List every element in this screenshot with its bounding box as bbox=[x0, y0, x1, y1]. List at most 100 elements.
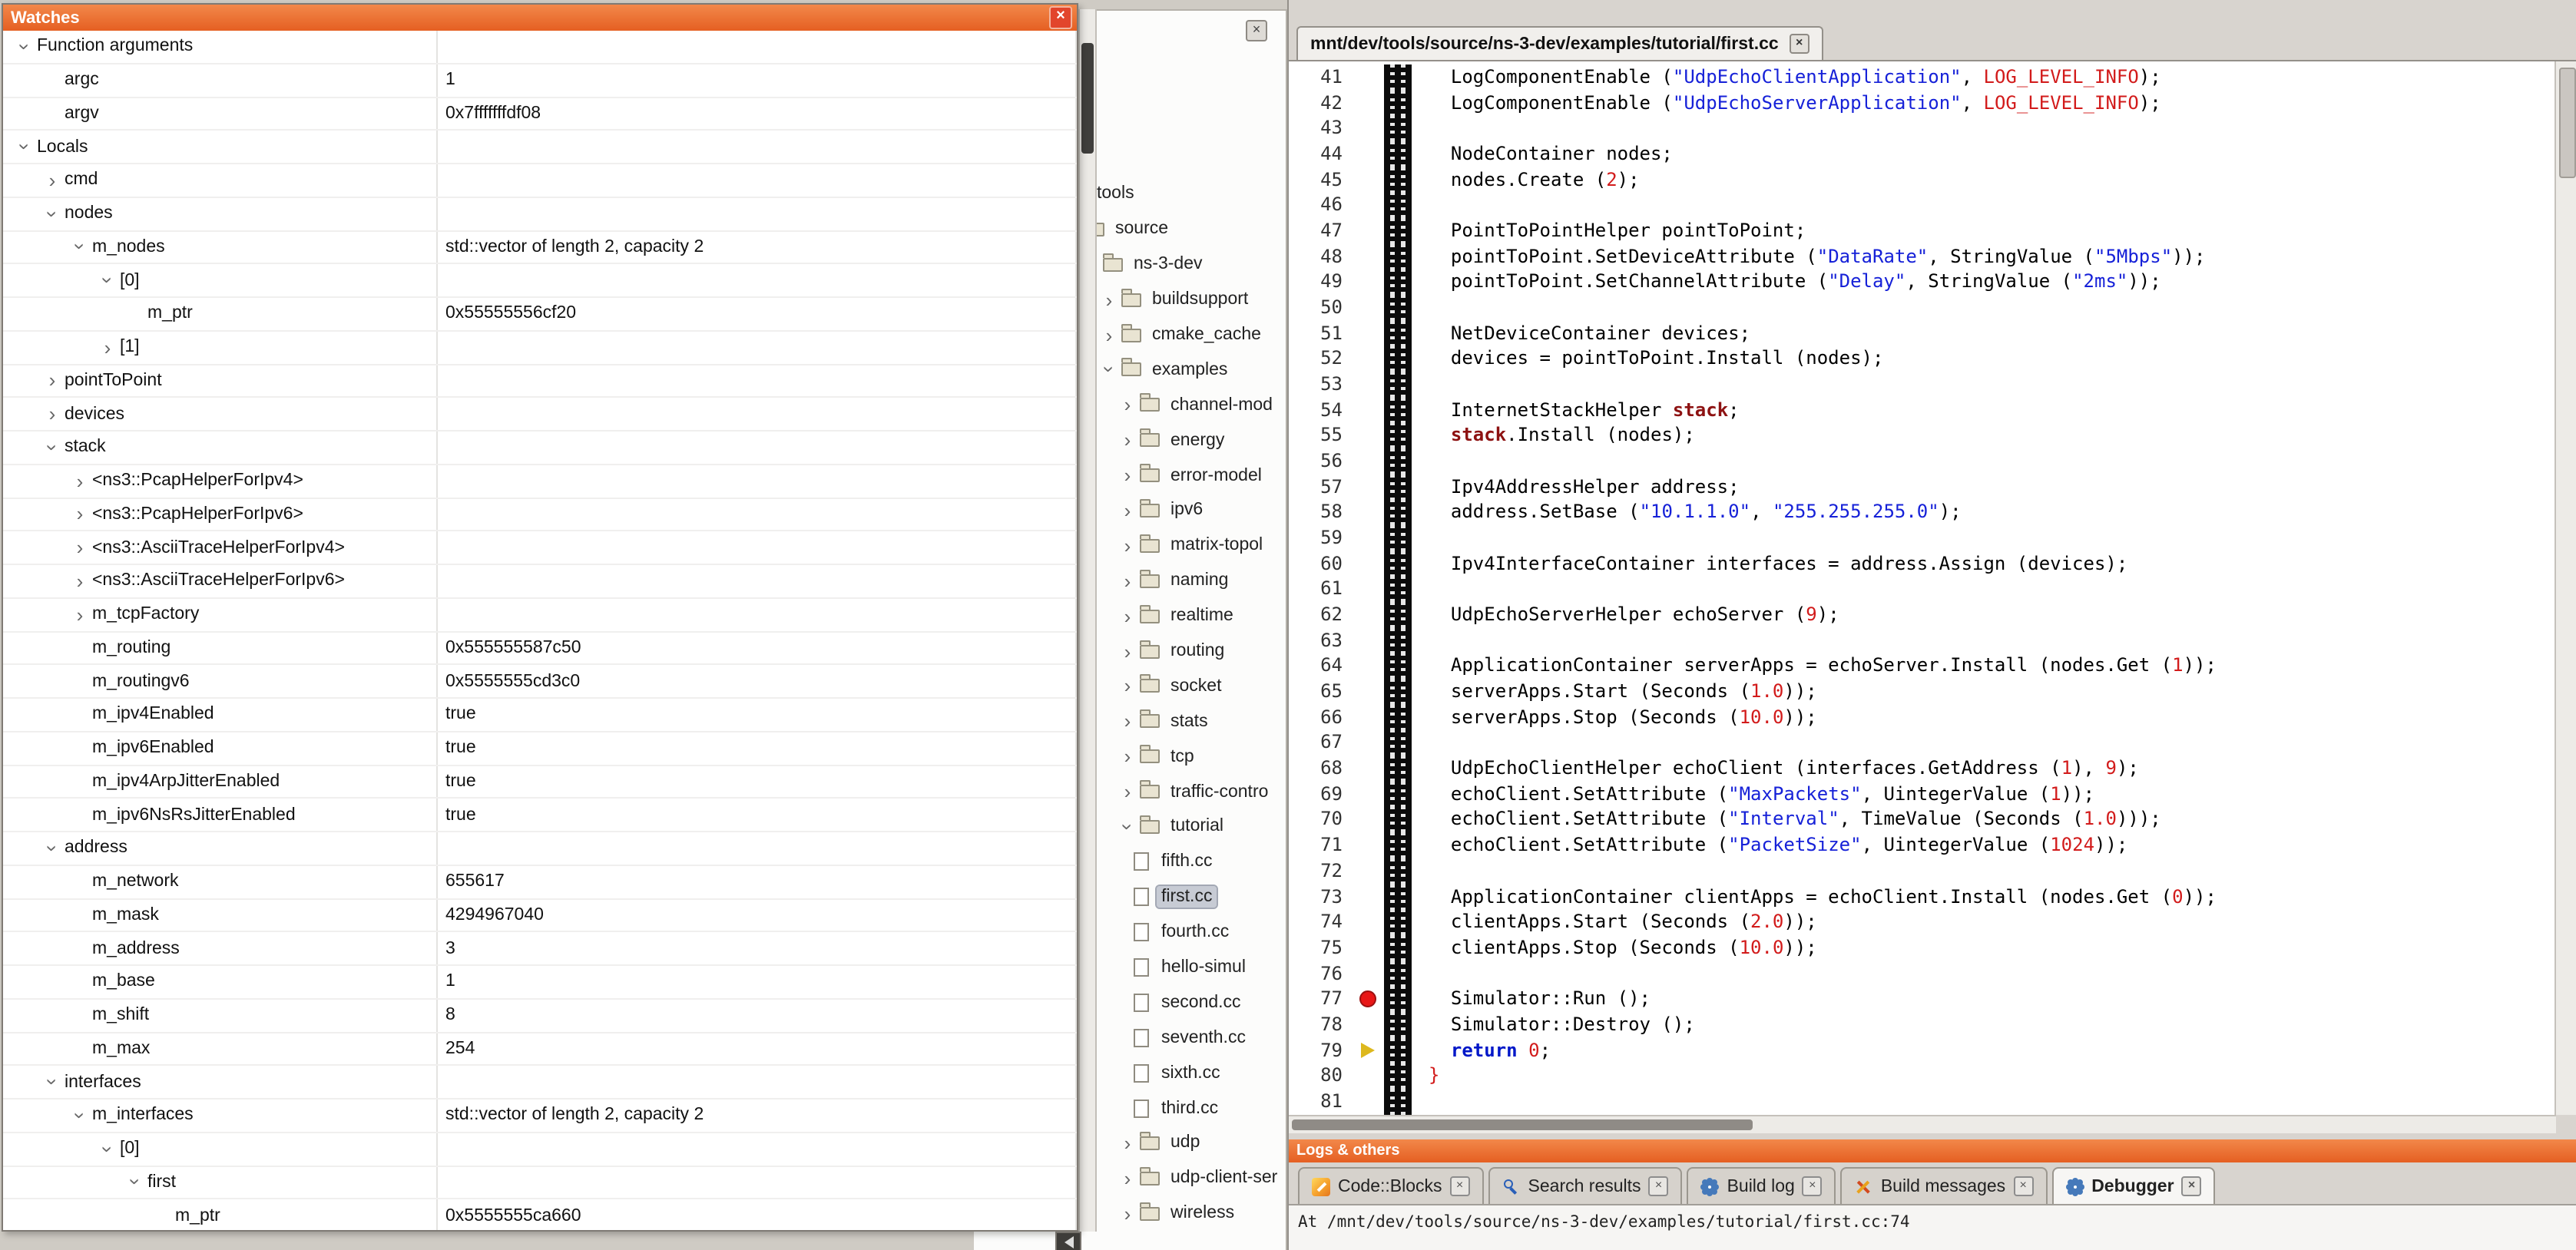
code-line[interactable]: 79 return 0; bbox=[1289, 1037, 2556, 1063]
chevron-down-icon[interactable] bbox=[68, 1106, 92, 1126]
watch-row-interfaces[interactable]: interfaces bbox=[3, 1066, 1077, 1100]
marker-cell[interactable] bbox=[1353, 986, 1384, 1011]
code-line[interactable]: 47 PointToPointHelper pointToPoint; bbox=[1289, 218, 2556, 243]
marker-cell[interactable] bbox=[1353, 909, 1384, 934]
code-line[interactable]: 70 echoClient.SetAttribute ("Interval", … bbox=[1289, 807, 2556, 832]
marker-cell[interactable] bbox=[1353, 193, 1384, 218]
chevron-down-icon[interactable] bbox=[40, 1072, 65, 1092]
watch-row-0[interactable]: [0] bbox=[3, 1133, 1077, 1167]
chevron-right-icon[interactable] bbox=[1115, 1204, 1140, 1224]
code-line[interactable]: 56 bbox=[1289, 448, 2556, 474]
chevron-right-icon[interactable] bbox=[1115, 782, 1140, 802]
watch-row-stack[interactable]: stack bbox=[3, 432, 1077, 465]
code-line[interactable]: 50 bbox=[1289, 295, 2556, 320]
code-line[interactable]: 45 nodes.Create (2); bbox=[1289, 167, 2556, 192]
chevron-down-icon[interactable] bbox=[40, 203, 65, 223]
chevron-right-icon[interactable] bbox=[68, 471, 92, 491]
marker-cell[interactable] bbox=[1353, 1037, 1384, 1063]
watch-row-1[interactable]: [1] bbox=[3, 332, 1077, 365]
close-icon[interactable]: × bbox=[1803, 1176, 1823, 1196]
breakpoint-icon[interactable] bbox=[1359, 990, 1376, 1007]
chevron-right-icon[interactable] bbox=[1115, 430, 1140, 450]
watch-row-m-base[interactable]: m_base1 bbox=[3, 966, 1077, 1000]
watch-row-pointtopoint[interactable]: pointToPoint bbox=[3, 365, 1077, 398]
code-line[interactable]: 78 Simulator::Destroy (); bbox=[1289, 1012, 2556, 1037]
marker-cell[interactable] bbox=[1353, 935, 1384, 961]
code-line[interactable]: 57 Ipv4AddressHelper address; bbox=[1289, 475, 2556, 500]
code-line[interactable]: 81 bbox=[1289, 1089, 2556, 1114]
chevron-down-icon[interactable] bbox=[40, 438, 65, 458]
chevron-right-icon[interactable] bbox=[1097, 289, 1121, 309]
code-line[interactable]: 67 bbox=[1289, 730, 2556, 756]
marker-cell[interactable] bbox=[1353, 807, 1384, 832]
close-icon[interactable]: × bbox=[1049, 6, 1072, 29]
watch-row-m-ipv6enabled[interactable]: m_ipv6Enabledtrue bbox=[3, 732, 1077, 766]
marker-cell[interactable] bbox=[1353, 295, 1384, 320]
code-line[interactable]: 61 bbox=[1289, 577, 2556, 602]
code-editor[interactable]: 41 LogComponentEnable ("UdpEchoClientApp… bbox=[1289, 61, 2556, 1115]
watch-row-function-arguments[interactable]: Function arguments bbox=[3, 31, 1077, 64]
watch-row-ns3-asciitracehelperforipv6[interactable]: <ns3::AsciiTraceHelperForIpv6> bbox=[3, 565, 1077, 599]
scrollbar-thumb[interactable] bbox=[1081, 43, 1094, 154]
code-line[interactable]: 52 devices = pointToPoint.Install (nodes… bbox=[1289, 346, 2556, 372]
code-line[interactable]: 68 UdpEchoClientHelper echoClient (inter… bbox=[1289, 756, 2556, 781]
code-line[interactable]: 53 bbox=[1289, 372, 2556, 397]
marker-cell[interactable] bbox=[1353, 602, 1384, 627]
code-line[interactable]: 77 Simulator::Run (); bbox=[1289, 986, 2556, 1011]
watch-row-m-shift[interactable]: m_shift8 bbox=[3, 1000, 1077, 1033]
close-icon[interactable]: × bbox=[2013, 1176, 2033, 1196]
chevron-right-icon[interactable] bbox=[1115, 501, 1140, 521]
marker-cell[interactable] bbox=[1353, 90, 1384, 115]
chevron-right-icon[interactable] bbox=[95, 337, 120, 357]
chevron-down-icon[interactable] bbox=[68, 237, 92, 257]
watch-row-m-ptr[interactable]: m_ptr0x5555555ca660 bbox=[3, 1200, 1077, 1231]
marker-cell[interactable] bbox=[1353, 653, 1384, 679]
code-line[interactable]: 71 echoClient.SetAttribute ("PacketSize"… bbox=[1289, 832, 2556, 858]
marker-cell[interactable] bbox=[1353, 628, 1384, 653]
code-line[interactable]: 72 bbox=[1289, 858, 2556, 884]
chevron-right-icon[interactable] bbox=[1115, 1169, 1140, 1189]
marker-cell[interactable] bbox=[1353, 884, 1384, 909]
marker-cell[interactable] bbox=[1353, 525, 1384, 551]
watch-row-m-ipv4enabled[interactable]: m_ipv4Enabledtrue bbox=[3, 699, 1077, 732]
chevron-down-icon[interactable] bbox=[12, 37, 37, 57]
code-line[interactable]: 63 bbox=[1289, 628, 2556, 653]
marker-cell[interactable] bbox=[1353, 730, 1384, 756]
watches-titlebar[interactable]: Watches × bbox=[3, 5, 1077, 31]
chevron-down-icon[interactable] bbox=[123, 1172, 147, 1192]
watch-row-ns3-asciitracehelperforipv4[interactable]: <ns3::AsciiTraceHelperForIpv4> bbox=[3, 532, 1077, 566]
code-line[interactable]: 49 pointToPoint.SetChannelAttribute ("De… bbox=[1289, 270, 2556, 295]
marker-cell[interactable] bbox=[1353, 397, 1384, 422]
marker-cell[interactable] bbox=[1353, 320, 1384, 346]
code-line[interactable]: 44 NodeContainer nodes; bbox=[1289, 141, 2556, 167]
close-icon[interactable]: × bbox=[1246, 20, 1267, 41]
logs-tab-code-blocks[interactable]: Code::Blocks× bbox=[1298, 1167, 1484, 1204]
code-line[interactable]: 76 bbox=[1289, 961, 2556, 986]
code-line[interactable]: 46 bbox=[1289, 193, 2556, 218]
chevron-down-icon[interactable] bbox=[1115, 817, 1140, 837]
marker-cell[interactable] bbox=[1353, 448, 1384, 474]
marker-cell[interactable] bbox=[1353, 961, 1384, 986]
editor-tab-first-cc[interactable]: mnt/dev/tools/source/ns-3-dev/examples/t… bbox=[1296, 26, 1823, 60]
marker-cell[interactable] bbox=[1353, 64, 1384, 90]
chevron-right-icon[interactable] bbox=[40, 170, 65, 190]
chevron-right-icon[interactable] bbox=[1115, 606, 1140, 626]
code-line[interactable]: 69 echoClient.SetAttribute ("MaxPackets"… bbox=[1289, 782, 2556, 807]
code-line[interactable]: 43 bbox=[1289, 116, 2556, 141]
code-line[interactable]: 65 serverApps.Start (Seconds (1.0)); bbox=[1289, 679, 2556, 704]
watch-row-m-routing[interactable]: m_routing0x555555587c50 bbox=[3, 632, 1077, 666]
code-line[interactable]: 42 LogComponentEnable ("UdpEchoServerApp… bbox=[1289, 90, 2556, 115]
marker-cell[interactable] bbox=[1353, 1012, 1384, 1037]
chevron-right-icon[interactable] bbox=[1115, 570, 1140, 590]
marker-cell[interactable] bbox=[1353, 577, 1384, 602]
logs-tab-build-messages[interactable]: Build messages× bbox=[1841, 1167, 2047, 1204]
marker-cell[interactable] bbox=[1353, 705, 1384, 730]
marker-cell[interactable] bbox=[1353, 270, 1384, 295]
marker-cell[interactable] bbox=[1353, 782, 1384, 807]
marker-cell[interactable] bbox=[1353, 243, 1384, 269]
editor-horizontal-scrollbar[interactable] bbox=[1289, 1115, 2556, 1133]
marker-cell[interactable] bbox=[1353, 423, 1384, 448]
chevron-right-icon[interactable] bbox=[1115, 465, 1140, 485]
code-line[interactable]: 73 ApplicationContainer clientApps = ech… bbox=[1289, 884, 2556, 909]
marker-cell[interactable] bbox=[1353, 858, 1384, 884]
